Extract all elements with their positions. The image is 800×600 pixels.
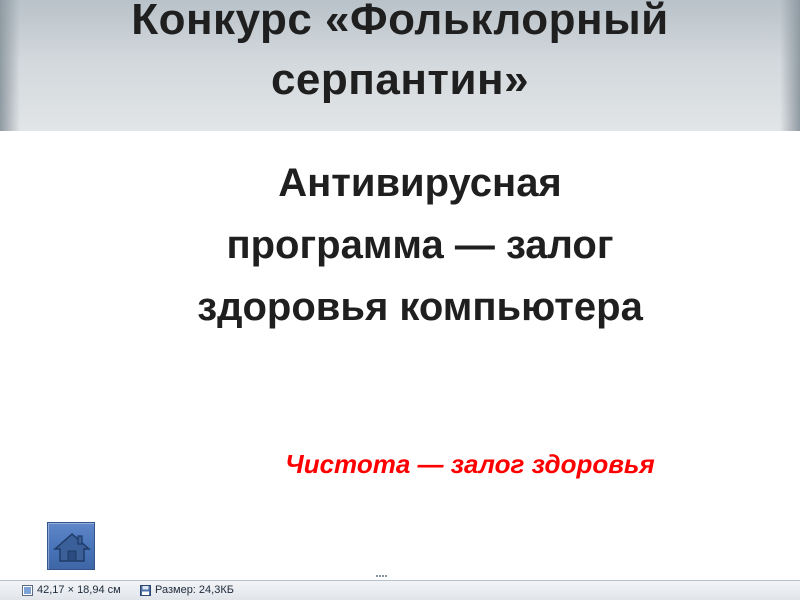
disk-icon xyxy=(140,585,151,596)
slide-subtitle-line-2: программа — залог xyxy=(226,223,614,267)
status-file-size-text: Размер: 24,3КБ xyxy=(155,584,234,596)
dimensions-icon xyxy=(22,585,33,596)
slide-title-line-2: серпантин» xyxy=(270,55,530,104)
status-bar: 42,17 × 18,94 см Размер: 24,3КБ xyxy=(0,575,800,600)
home-button[interactable] xyxy=(47,522,95,570)
status-dimensions: 42,17 × 18,94 см xyxy=(22,583,121,598)
slide-title: Конкурс «Фольклорный серпантин» xyxy=(0,0,800,110)
status-dimensions-text: 42,17 × 18,94 см xyxy=(37,584,121,596)
slide-subtitle: Антивирусная программа — залог здоровья … xyxy=(100,152,740,338)
slide-subtitle-line-3: здоровья компьютера xyxy=(197,285,643,329)
status-file-size: Размер: 24,3КБ xyxy=(140,583,234,598)
slide-subtitle-line-1: Антивирусная xyxy=(278,161,562,205)
slide-title-band: Конкурс «Фольклорный серпантин» xyxy=(0,0,800,131)
resize-grip-icon[interactable] xyxy=(376,574,388,580)
slide-title-line-1: Конкурс «Фольклорный xyxy=(131,0,669,44)
slogan-text: Чистота — залог здоровья xyxy=(285,449,655,479)
home-icon xyxy=(53,532,91,562)
